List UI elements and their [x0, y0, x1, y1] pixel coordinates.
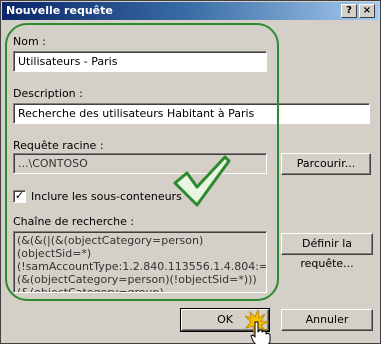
- search-string-label: Chaîne de recherche :: [13, 215, 135, 228]
- close-button[interactable]: ×: [359, 4, 375, 18]
- cancel-button[interactable]: Annuler: [281, 309, 373, 331]
- root-query-label: Requête racine :: [13, 139, 104, 152]
- description-label: Description :: [13, 87, 83, 100]
- root-query-field[interactable]: ...\CONTOSO: [13, 153, 267, 174]
- include-subcontainers-checkbox[interactable]: ✓: [13, 190, 26, 203]
- browse-button[interactable]: Parcourir...: [281, 153, 371, 175]
- ok-button[interactable]: OK: [180, 308, 270, 332]
- name-label: Nom :: [13, 35, 46, 48]
- dialog-window: Nouvelle requête ? × Nom : Utilisateurs …: [0, 0, 381, 344]
- help-button[interactable]: ?: [341, 4, 357, 18]
- name-field[interactable]: Utilisateurs - Paris: [13, 51, 267, 72]
- window-title: Nouvelle requête: [6, 4, 113, 17]
- title-bar: Nouvelle requête ? ×: [2, 2, 379, 20]
- define-query-button[interactable]: Définir la requête...: [281, 233, 373, 270]
- include-subcontainers-label: Inclure les sous-conteneurs: [31, 190, 182, 203]
- description-field[interactable]: Recherche des utilisateurs Habitant à Pa…: [13, 103, 370, 124]
- search-string-field[interactable]: (&(&(|(&(objectCategory=person)(objectSi…: [13, 231, 267, 293]
